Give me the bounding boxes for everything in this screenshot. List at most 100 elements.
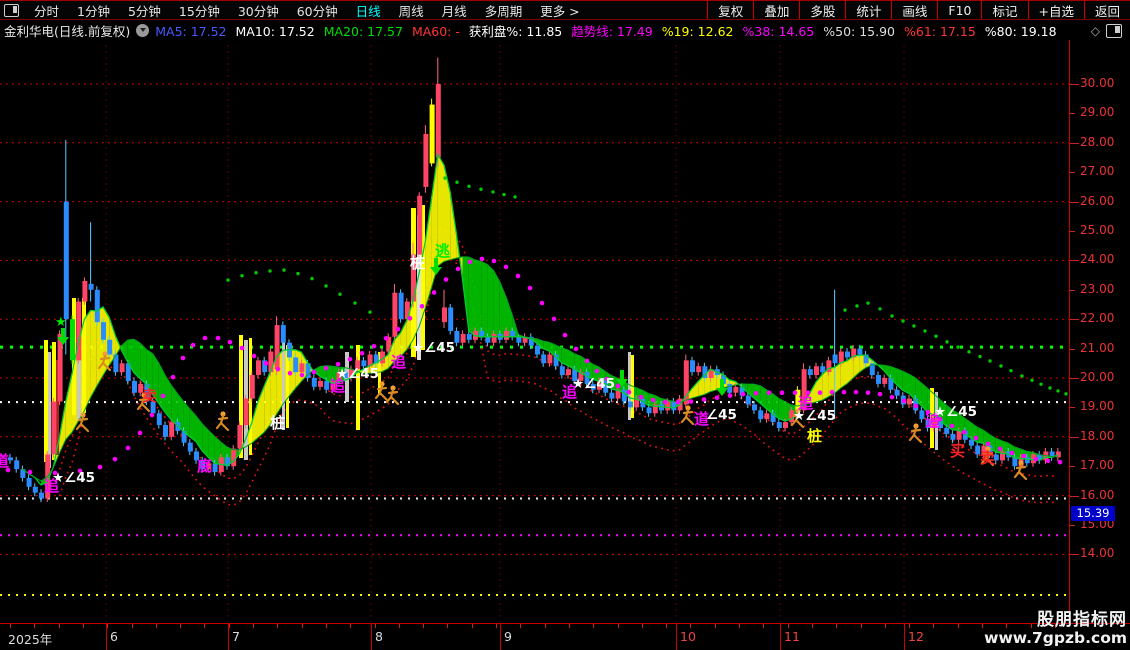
toolbar-button-多股[interactable]: 多股 <box>799 1 845 19</box>
indicator-获利盘: 获利盘%: 11.85 <box>468 24 563 39</box>
char-marker-逃: 逃 <box>435 242 450 260</box>
char-marker-追: 追 <box>391 353 406 371</box>
month-label-10: 10 <box>680 629 696 644</box>
indicator-MA5: MA5: 17.52 <box>155 24 227 39</box>
char-marker-道: 道 <box>694 410 709 428</box>
char-marker-桩: 桩 <box>410 254 425 272</box>
angle45-marker: ★∠45 <box>572 376 615 392</box>
runner-icon <box>680 405 695 426</box>
char-marker-桩: 桩 <box>807 427 822 445</box>
indicator-info-bar: 金利华电(日线.前复权) MA5: 17.52 MA10: 17.52 MA20: … <box>0 21 1130 40</box>
last-price-tag: 15.39 <box>1071 505 1115 521</box>
char-marker-追: 追 <box>330 377 345 395</box>
toolbar-button-统计[interactable]: 统计 <box>845 1 891 19</box>
axis-label-26.00: 26.00 <box>1080 193 1115 208</box>
period-item-1分钟[interactable]: 1分钟 <box>68 1 119 20</box>
axis-label-18.00: 18.00 <box>1080 428 1115 443</box>
axis-label-25.00: 25.00 <box>1080 223 1115 237</box>
toolbar-button-复权[interactable]: 复权 <box>707 1 753 19</box>
period-toolbar: 分时 1分钟 5分钟 15分钟 30分钟 60分钟 日线 周线 月线 多周期 更多 > 复权 叠加 多股… <box>0 0 1130 20</box>
angle45-marker: ★∠45 <box>412 340 455 356</box>
toolbar-buttons: 复权 叠加 多股 统计 画线 F10 标记 +自选 返回 <box>707 1 1130 19</box>
runner-icon <box>215 411 230 432</box>
axis-label-21.00: 21.00 <box>1080 340 1115 355</box>
period-menu: 分时 1分钟 5分钟 15分钟 30分钟 60分钟 日线 周线 月线 多周期 更多 > <box>25 1 589 20</box>
indicator-MA10: MA10: 17.52 <box>235 24 315 39</box>
axis-label-24.00: 24.00 <box>1080 252 1115 267</box>
runner-icon <box>374 381 389 402</box>
char-marker-追: 追 <box>44 477 59 495</box>
period-item-多周期[interactable]: 多周期 <box>476 1 532 20</box>
indicator-values: MA5: 17.52 MA10: 17.52 MA20: 17.57 MA60: - 获… <box>155 21 1065 40</box>
axis-label-19.00: 19.00 <box>1080 399 1115 414</box>
period-item-更多 >[interactable]: 更多 > <box>531 1 588 20</box>
toolbar-button-叠加[interactable]: 叠加 <box>753 1 799 19</box>
char-marker-卖: 卖 <box>142 387 157 405</box>
window-icon[interactable] <box>4 3 19 17</box>
char-marker-底: 底 <box>197 457 212 475</box>
axis-label-30.00: 30.00 <box>1080 76 1115 90</box>
price-axis: 30.00 29.00 28.00 27.00 26.00 25.00 24.00 23.00… <box>1069 40 1130 623</box>
axis-label-22.00: 22.00 <box>1080 311 1115 326</box>
candlestick-chart[interactable]: ★★∠45★∠45★∠45★∠45★∠45 ★∠45∠45道追卖底桩追追桩逃追道追… <box>0 40 1069 623</box>
char-marker-买: 买 <box>950 442 965 460</box>
indicator-MA60: MA60: - <box>411 24 460 39</box>
period-item-日线[interactable]: 日线 <box>347 1 390 20</box>
char-marker-追: 追 <box>798 394 813 412</box>
char-marker-追: 追 <box>925 412 940 430</box>
chevron-down-icon[interactable] <box>136 24 150 37</box>
diamond-icon[interactable]: ◇ <box>1091 24 1100 38</box>
period-item-60分钟[interactable]: 60分钟 <box>288 1 347 20</box>
period-item-分时[interactable]: 分时 <box>25 1 68 20</box>
period-item-15分钟[interactable]: 15分钟 <box>170 1 229 20</box>
month-label-8: 8 <box>375 629 383 644</box>
date-axis[interactable]: 2025年 6 7 8 9 10 11 12 <box>0 623 1130 650</box>
indicator-趋势线: 趋势线: 17.49 <box>571 24 653 39</box>
green-dotted-segments <box>226 176 1068 396</box>
char-marker-卖: 卖 <box>980 449 995 467</box>
watermark-url: www.7gpzb.com <box>984 629 1127 648</box>
angle45-marker: ∠45 <box>706 407 737 423</box>
ma-ribbon <box>41 154 1058 486</box>
chart-title: 金利华电(日线.前复权) <box>4 24 131 39</box>
period-item-5分钟[interactable]: 5分钟 <box>119 1 170 20</box>
green-star-icon: ★ <box>55 315 67 330</box>
period-item-周线[interactable]: 周线 <box>390 1 433 20</box>
toolbar-button-标记[interactable]: 标记 <box>981 1 1027 19</box>
indicator-61: %61: 17.15 <box>904 24 976 39</box>
axis-label-29.00: 29.00 <box>1080 105 1115 120</box>
axis-label-27.00: 27.00 <box>1080 164 1115 179</box>
indicator-MA20: MA20: 17.57 <box>323 24 403 39</box>
indicator-50: %50: 15.90 <box>823 24 896 39</box>
char-marker-追: 追 <box>562 383 577 401</box>
period-item-月线[interactable]: 月线 <box>433 1 476 20</box>
char-marker-桩: 桩 <box>270 414 285 432</box>
toolbar-button-返回[interactable]: 返回 <box>1083 1 1130 19</box>
toolbar-button-+自选[interactable]: +自选 <box>1027 1 1084 19</box>
stock-app-window: 分时 1分钟 5分钟 15分钟 30分钟 60分钟 日线 周线 月线 多周期 更多 > 复权 叠加 多股… <box>0 0 1130 650</box>
axis-label-14.00: 14.00 <box>1080 546 1115 561</box>
axis-label-16.00: 16.00 <box>1080 487 1115 502</box>
candles <box>8 57 1061 503</box>
indicator-19: %19: 12.62 <box>661 24 734 39</box>
toolbar-button-画线[interactable]: 画线 <box>891 1 937 19</box>
axis-label-23.00: 23.00 <box>1080 281 1115 296</box>
month-label-6: 6 <box>110 629 118 644</box>
month-label-12: 12 <box>908 629 924 644</box>
year-label: 2025年 <box>8 632 53 647</box>
indicator-38: %38: 14.65 <box>742 24 815 39</box>
period-item-30分钟[interactable]: 30分钟 <box>229 1 288 20</box>
panel-layout-icon[interactable] <box>1106 23 1122 38</box>
month-label-7: 7 <box>232 629 240 644</box>
axis-label-17.00: 17.00 <box>1080 458 1115 473</box>
angle45-marker: ★∠45 <box>934 404 977 420</box>
char-marker-道: 道 <box>0 452 9 470</box>
month-label-11: 11 <box>784 629 800 644</box>
axis-label-20.00: 20.00 <box>1080 370 1115 384</box>
toolbar-button-F10[interactable]: F10 <box>937 1 981 19</box>
watermark-site-name: 股朋指标网 <box>1037 609 1127 630</box>
axis-label-28.00: 28.00 <box>1080 134 1115 149</box>
month-label-9: 9 <box>504 629 512 644</box>
indicator-80: %80: 19.18 <box>984 24 1057 39</box>
watermark: 股朋指标网 www.7gpzb.com <box>984 609 1127 648</box>
